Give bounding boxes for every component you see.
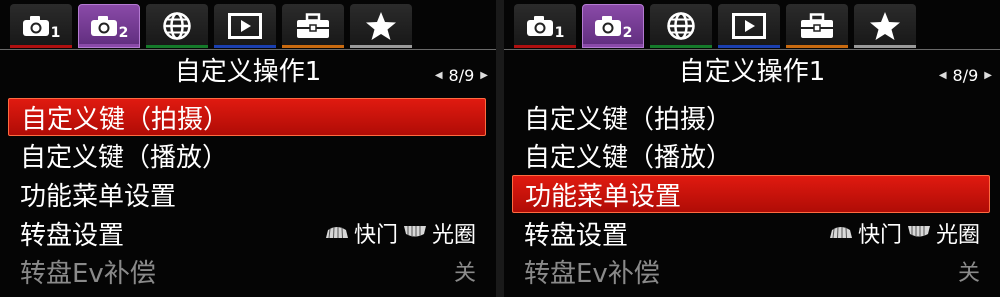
tab-color-strip <box>718 45 780 48</box>
rear-dial-icon <box>402 221 428 246</box>
menu-item-value: 关 <box>957 261 980 286</box>
tab-playback[interactable] <box>214 4 276 48</box>
tab-color-strip <box>854 45 916 48</box>
header-divider <box>504 49 1000 50</box>
menu-item[interactable]: 自定义键（拍摄） <box>8 98 486 136</box>
toolbox-icon <box>296 13 330 39</box>
menu-item-label: 转盘设置 <box>20 220 125 251</box>
tab-color-strip <box>583 44 643 47</box>
next-page-arrow[interactable]: ▶ <box>984 70 992 81</box>
camera-icon <box>22 15 50 37</box>
star-icon <box>365 11 397 41</box>
rear-dial-icon <box>906 221 932 246</box>
tab-toolbox[interactable] <box>282 4 344 48</box>
globe-icon <box>162 11 192 41</box>
menu-item-label: 转盘Ev补偿 <box>20 258 156 289</box>
camera-icon <box>90 15 118 37</box>
menu-item-label: 功能菜单设置 <box>525 181 682 212</box>
camera-icon <box>526 15 554 37</box>
tab-number: 2 <box>118 25 129 41</box>
next-page-arrow[interactable]: ▶ <box>480 70 488 81</box>
menu-item-value: 快门 光圈 <box>324 217 486 249</box>
menu-item[interactable]: 功能菜单设置 <box>8 175 486 213</box>
tab-color-strip <box>146 45 208 48</box>
tab-color-strip <box>79 44 139 47</box>
toolbox-icon <box>800 13 834 39</box>
menu-item-label: 自定义键（播放） <box>524 142 733 173</box>
camera-icon <box>594 15 622 37</box>
dial-setting-rear: 光圈 <box>935 223 980 248</box>
star-icon <box>869 11 901 41</box>
menu-item[interactable]: 转盘Ev补偿 关 <box>8 252 486 290</box>
menu-item-value: 快门 光圈 <box>828 217 990 249</box>
tab-color-strip <box>786 45 848 48</box>
menu-item[interactable]: 自定义键（播放） <box>512 136 990 174</box>
page-indicator: ◀ 8/9 ▶ <box>939 66 992 85</box>
tab-color-strip <box>10 45 72 48</box>
tab-star[interactable] <box>350 4 412 48</box>
menu-item-label: 自定义键（拍摄） <box>524 104 733 135</box>
prev-page-arrow[interactable]: ◀ <box>435 70 443 81</box>
tab-camera-1[interactable]: 1 <box>514 4 576 48</box>
dial-setting-rear: 光圈 <box>431 223 476 248</box>
tab-toolbox[interactable] <box>786 4 848 48</box>
dial-setting-front: 快门 <box>353 223 398 248</box>
page-indicator: ◀ 8/9 ▶ <box>435 66 488 85</box>
dial-setting-front: 快门 <box>857 223 902 248</box>
tab-camera-1[interactable]: 1 <box>10 4 72 48</box>
menu-item[interactable]: 功能菜单设置 <box>512 175 990 213</box>
tab-color-strip <box>650 45 712 48</box>
menu-item[interactable]: 转盘Ev补偿 关 <box>512 252 990 290</box>
page-number: 8/9 <box>952 66 979 85</box>
tab-number: 2 <box>622 25 633 41</box>
prev-page-arrow[interactable]: ◀ <box>939 70 947 81</box>
tab-star[interactable] <box>854 4 916 48</box>
menu-panel-right: 1 2 自定义操作1 ◀ 8/9 ▶ 自定义键（拍摄） 自定义键（播放） 功能菜单设置 转盘设置快… <box>504 0 1000 297</box>
menu-panel-left: 1 2 自定义操作1 ◀ 8/9 ▶ 自定义键（拍摄） 自定义键（播放） 功能菜单设置 转盘设置快… <box>0 0 496 297</box>
menu-item-label: 自定义键（播放） <box>20 142 229 173</box>
tab-color-strip <box>514 45 576 48</box>
tab-bar: 12 <box>0 0 496 50</box>
menu-item[interactable]: 转盘设置 快门 光圈 <box>512 214 990 252</box>
tab-globe[interactable] <box>650 4 712 48</box>
menu-item-label: 功能菜单设置 <box>20 181 177 212</box>
menu-item-label: 转盘设置 <box>524 220 629 251</box>
page-title: 自定义操作1 <box>174 57 322 87</box>
tab-playback[interactable] <box>718 4 780 48</box>
page-title: 自定义操作1 <box>678 57 826 87</box>
globe-icon <box>666 11 696 41</box>
menu-item-label: 转盘Ev补偿 <box>524 258 660 289</box>
tab-color-strip <box>350 45 412 48</box>
playback-icon <box>732 13 766 39</box>
tab-globe[interactable] <box>146 4 208 48</box>
tab-color-strip <box>282 45 344 48</box>
tab-number: 1 <box>554 25 565 41</box>
tab-number: 1 <box>50 25 61 41</box>
header-divider <box>0 49 496 50</box>
tab-camera-2[interactable]: 2 <box>582 4 644 48</box>
menu-item[interactable]: 自定义键（播放） <box>8 136 486 174</box>
front-dial-icon <box>828 221 854 246</box>
tab-color-strip <box>214 45 276 48</box>
tab-bar: 12 <box>504 0 1000 50</box>
menu-item[interactable]: 转盘设置 快门 光圈 <box>8 214 486 252</box>
panel-divider <box>496 0 504 297</box>
menu-item-value: 关 <box>453 261 476 286</box>
menu-item[interactable]: 自定义键（拍摄） <box>512 98 990 136</box>
page-number: 8/9 <box>448 66 475 85</box>
front-dial-icon <box>324 221 350 246</box>
tab-camera-2[interactable]: 2 <box>78 4 140 48</box>
playback-icon <box>228 13 262 39</box>
menu-item-label: 自定义键（拍摄） <box>21 104 230 135</box>
